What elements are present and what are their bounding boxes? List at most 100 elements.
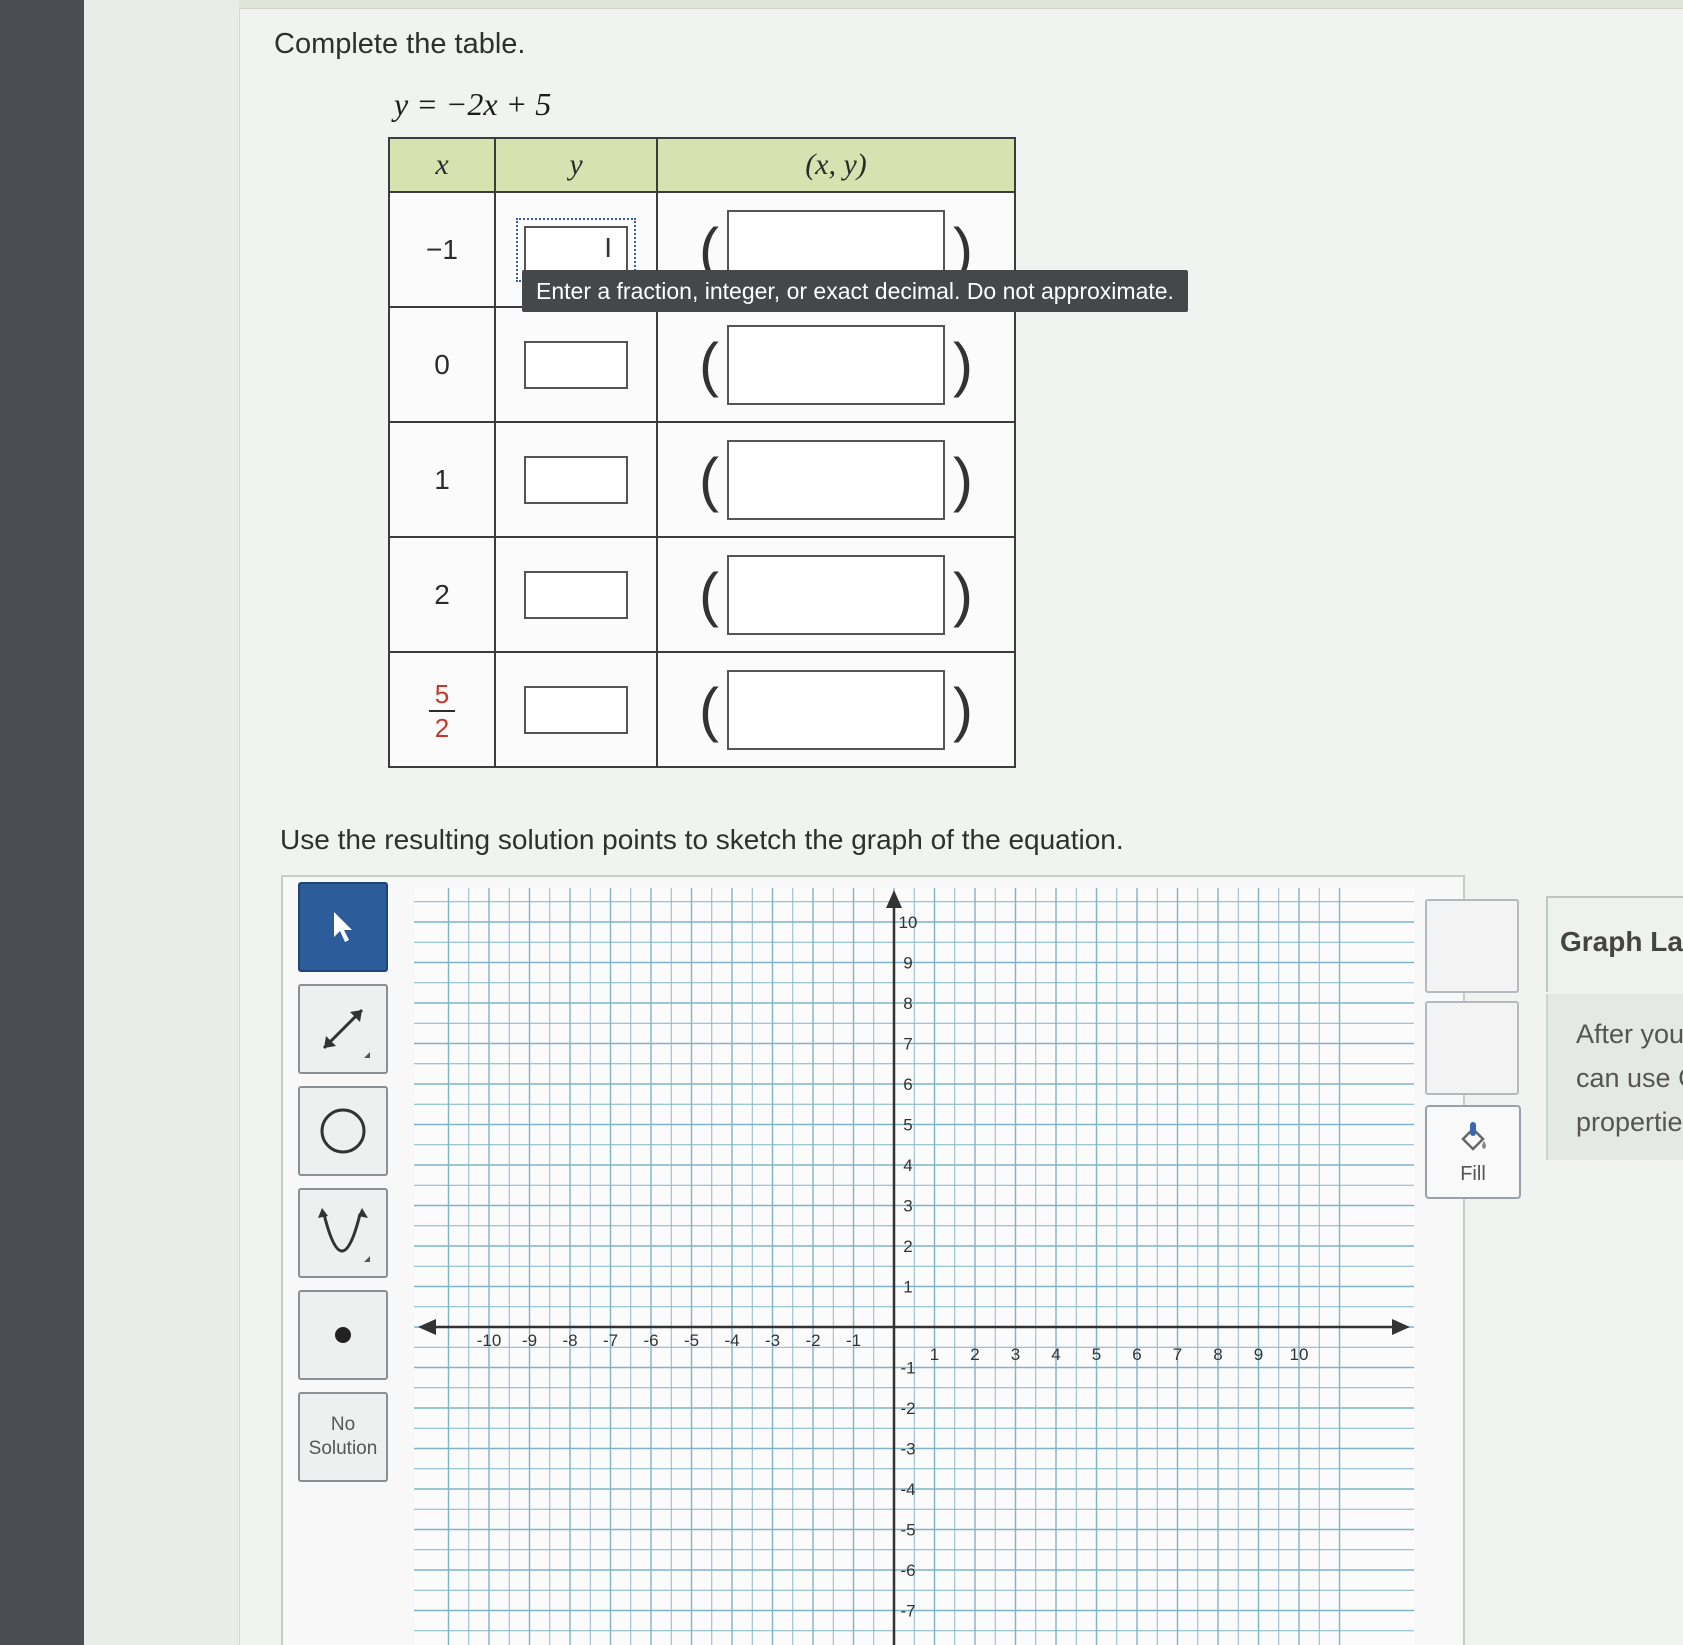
point-cell: () [656, 536, 1016, 653]
line-tool-icon [322, 1008, 370, 1058]
y-tick-label: 7 [903, 1035, 912, 1054]
no-solution-label-line2: Solution [308, 1438, 378, 1459]
fraction-numerator: 5 [434, 678, 450, 709]
graph-layers-header[interactable]: Graph Layers [1546, 896, 1683, 992]
y-cell [494, 306, 658, 423]
open-paren: ( [699, 330, 719, 398]
fill-label: Fill [1460, 1162, 1486, 1185]
x-tick-label: 3 [1011, 1345, 1020, 1364]
x-tick-label: -8 [562, 1331, 577, 1350]
y-tick-label: 2 [903, 1237, 912, 1256]
paint-bucket-icon [1461, 1121, 1486, 1151]
y-tick-label: 6 [903, 1075, 912, 1094]
complete-table-instruction: Complete the table. [274, 28, 526, 60]
open-paren: ( [699, 675, 719, 743]
parabola-tool-icon [318, 1208, 370, 1262]
graph-tool-blank-1[interactable] [1425, 899, 1519, 993]
fraction: 5 2 [429, 680, 455, 742]
y-tick-label: -6 [900, 1561, 915, 1580]
y-cell [494, 536, 658, 653]
graph-tool-blank-2[interactable] [1425, 1001, 1519, 1095]
x-tick-label: -6 [643, 1331, 658, 1350]
y-input-row4[interactable] [524, 570, 628, 619]
y-tick-label: -4 [900, 1480, 915, 1499]
graph-layers-title: Graph Layers [1560, 926, 1683, 957]
graph-layers-help-line1: After you add a [1576, 1019, 1683, 1049]
graph-layers-help-line3: properties. [1576, 1107, 1683, 1137]
y-tick-label: -2 [900, 1399, 915, 1418]
equation-label: y = −2x + 5 [394, 86, 552, 122]
y-tick-label: -7 [900, 1602, 915, 1621]
close-paren: ) [953, 330, 973, 398]
values-table: x y (x, y) −1 I () 0 () 1 () 2 () 5 2 (… [388, 137, 1016, 768]
x-value: 0 [388, 306, 496, 423]
y-tick-label: 5 [903, 1116, 912, 1135]
y-tick-label: -5 [900, 1521, 915, 1540]
x-tick-label: -2 [805, 1331, 820, 1350]
y-tick-label: -1 [900, 1359, 915, 1378]
point-input-row5[interactable] [727, 669, 945, 750]
point-input-row3[interactable] [727, 439, 945, 520]
y-cell [494, 651, 658, 768]
line-tool-button[interactable] [298, 984, 388, 1074]
y-input-row2[interactable] [524, 340, 628, 389]
left-side-strip [84, 0, 240, 1645]
x-tick-label: -1 [846, 1331, 861, 1350]
coordinate-graph[interactable]: -10 -9 -8 -7 -6 -5 -4 -3 -2 -1 1 2 3 4 5 6 7 8 9 10 10 9 8 7 6 5… [414, 888, 1414, 1645]
circle-tool-icon [320, 1108, 366, 1154]
fraction-denominator: 2 [434, 712, 450, 743]
x-tick-label: 2 [970, 1345, 979, 1364]
top-bar [239, 0, 1683, 9]
screen: Complete the table. y = −2x + 5 x y (x, … [84, 0, 1683, 1645]
select-tool-button[interactable] [298, 882, 388, 972]
header-point: (x, y) [656, 137, 1016, 193]
point-input-row4[interactable] [727, 554, 945, 635]
y-tick-label: 8 [903, 994, 912, 1013]
open-paren: ( [699, 445, 719, 513]
fraction-bar [429, 709, 455, 712]
no-solution-button[interactable]: No Solution [298, 1392, 388, 1482]
x-value: 2 [388, 536, 496, 653]
x-tick-label: -9 [522, 1331, 537, 1350]
y-tick-label: 10 [899, 913, 918, 932]
x-tick-label: 10 [1290, 1345, 1309, 1364]
y-tick-label: 3 [903, 1197, 912, 1216]
table-row: 0 () [388, 306, 1016, 423]
x-value-fraction: 5 2 [388, 651, 496, 768]
open-paren: ( [699, 560, 719, 628]
graph-layers-help: After you add a can use Graph properties… [1576, 1012, 1683, 1144]
graph-layers-panel: After you add a can use Graph properties… [1546, 994, 1683, 1160]
circle-tool-button[interactable] [298, 1086, 388, 1176]
close-paren: ) [953, 560, 973, 628]
graph-layers-help-line2: can use Graph [1576, 1063, 1683, 1093]
x-tick-label: -3 [765, 1331, 780, 1350]
y-tick-label: 4 [903, 1156, 912, 1175]
x-tick-label: 6 [1132, 1345, 1141, 1364]
point-cell: () [656, 306, 1016, 423]
table-header-row: x y (x, y) [388, 137, 1016, 193]
x-tick-label: 9 [1254, 1345, 1263, 1364]
header-y: y [494, 137, 658, 193]
input-hint-tooltip: Enter a fraction, integer, or exact deci… [522, 270, 1188, 312]
point-input-row2[interactable] [727, 324, 945, 405]
x-tick-label: 4 [1051, 1345, 1060, 1364]
text-cursor-icon: I [604, 231, 612, 263]
parabola-tool-button[interactable] [298, 1188, 388, 1278]
y-tick-label: 9 [903, 954, 912, 973]
table-row: 5 2 () [388, 651, 1016, 768]
x-tick-label: -4 [724, 1331, 739, 1350]
sketch-instruction: Use the resulting solution points to ske… [280, 824, 1124, 855]
close-paren: ) [953, 675, 973, 743]
y-tick-label: -3 [900, 1440, 915, 1459]
point-tool-button[interactable] [298, 1290, 388, 1380]
y-tick-label: 1 [903, 1278, 912, 1297]
x-tick-label: -7 [603, 1331, 618, 1350]
y-input-row5[interactable] [524, 685, 628, 734]
y-input-row1[interactable]: I [516, 217, 636, 282]
x-tick-label: 5 [1092, 1345, 1101, 1364]
y-input-row3[interactable] [524, 455, 628, 504]
x-tick-label: 8 [1213, 1345, 1222, 1364]
x-value: 1 [388, 421, 496, 538]
close-paren: ) [953, 445, 973, 513]
fill-button[interactable]: Fill [1425, 1105, 1521, 1199]
